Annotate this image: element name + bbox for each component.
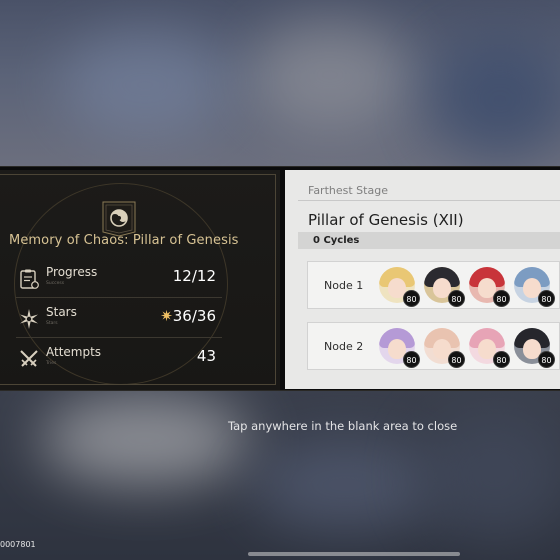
stage-name: Pillar of Genesis (XII) bbox=[308, 211, 464, 229]
node-label: Node 1 bbox=[324, 279, 364, 292]
star-icon: ✷ bbox=[160, 307, 173, 325]
player-uid: 0007801 bbox=[0, 540, 36, 549]
level-badge: 80 bbox=[538, 351, 555, 368]
home-indicator[interactable] bbox=[248, 552, 460, 556]
crossed-swords-icon bbox=[20, 350, 38, 367]
attempts-sublabel: Tries bbox=[46, 361, 57, 366]
memory-of-chaos-emblem-icon bbox=[102, 201, 136, 237]
row-divider bbox=[16, 297, 222, 298]
level-badge: 80 bbox=[493, 290, 510, 307]
level-badge: 80 bbox=[403, 351, 420, 368]
attempts-value: 43 bbox=[196, 347, 216, 365]
cycles-count: 0 Cycles bbox=[313, 235, 360, 246]
stars-sublabel: Stars bbox=[46, 321, 58, 326]
level-badge: 80 bbox=[538, 290, 555, 307]
progress-label: Progress bbox=[46, 265, 98, 279]
node-label: Node 2 bbox=[324, 340, 364, 353]
row-divider bbox=[16, 337, 222, 338]
mode-title: Memory of Chaos: Pillar of Genesis bbox=[9, 233, 239, 248]
node-2-lineup[interactable]: Node 2 80 80 80 80 bbox=[307, 322, 560, 370]
progress-value: 12/12 bbox=[172, 267, 216, 285]
stage-panel: Farthest Stage Pillar of Genesis (XII) 0… bbox=[285, 170, 560, 389]
stars-row: Stars Stars ✷36/36 bbox=[16, 302, 222, 338]
progress-row: Progress Success 12/12 bbox=[16, 262, 222, 298]
level-badge: 80 bbox=[448, 290, 465, 307]
progress-sublabel: Success bbox=[46, 281, 65, 286]
node-1-lineup[interactable]: Node 1 80 80 80 80 bbox=[307, 261, 560, 309]
level-badge: 80 bbox=[493, 351, 510, 368]
star-burst-icon bbox=[20, 309, 38, 329]
level-badge: 80 bbox=[403, 290, 420, 307]
level-badge: 80 bbox=[448, 351, 465, 368]
cycles-bar: 0 Cycles bbox=[298, 232, 560, 249]
close-hint: Tap anywhere in the blank area to close bbox=[228, 419, 458, 433]
stars-label: Stars bbox=[46, 305, 77, 319]
attempts-row: Attempts Tries 43 bbox=[16, 342, 222, 378]
clipboard-icon bbox=[20, 269, 39, 289]
stars-value: ✷36/36 bbox=[160, 307, 216, 325]
farthest-stage-label: Farthest Stage bbox=[308, 184, 388, 197]
attempts-label: Attempts bbox=[46, 345, 102, 359]
